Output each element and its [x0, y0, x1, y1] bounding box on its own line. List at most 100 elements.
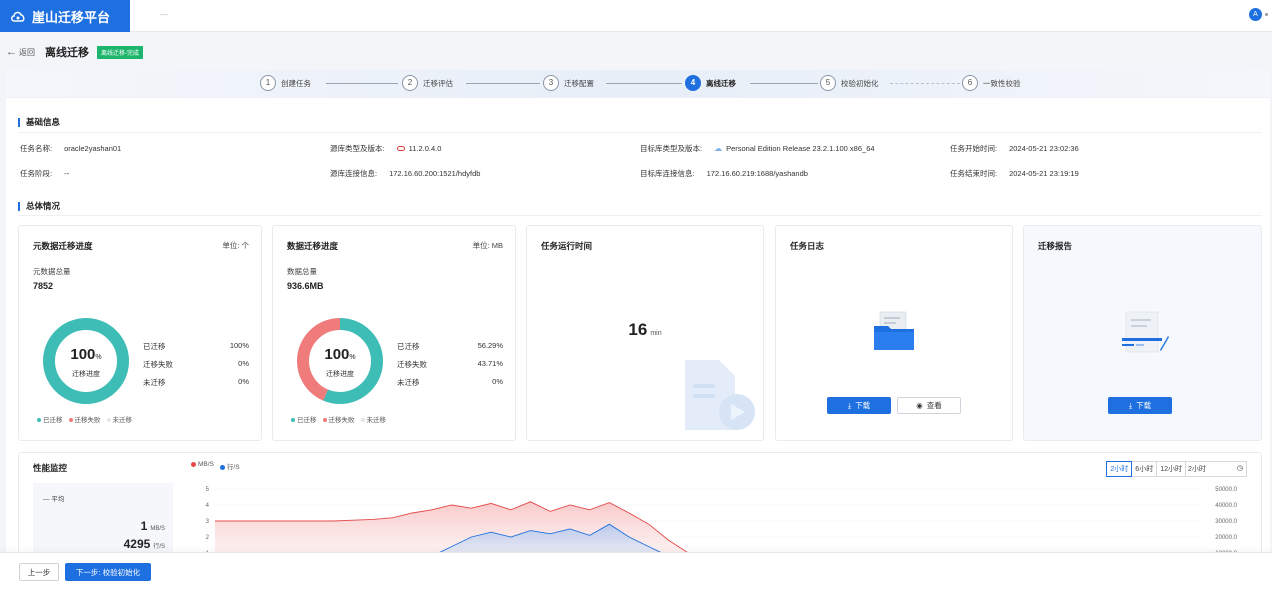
step-label: 一致性校验	[983, 78, 1021, 88]
avatar[interactable]: A	[1249, 8, 1262, 21]
stat-value: 100%	[229, 341, 249, 350]
y-left-tick-label: 5	[206, 487, 210, 493]
legend-item[interactable]: 迁移失败	[322, 414, 355, 424]
arrow-left-icon: ←	[6, 46, 17, 58]
legend-item[interactable]: 迁移失败	[68, 414, 101, 424]
y-left-tick-label: 3	[206, 519, 210, 525]
clock-icon: ◷	[1236, 464, 1243, 474]
range-12h[interactable]: 12小时	[1156, 461, 1186, 477]
average-text: 平均	[51, 496, 65, 503]
step-number: 1	[260, 75, 276, 91]
total-value: 936.6MB	[287, 281, 324, 291]
divider	[18, 132, 1262, 133]
stat-value: 43.71%	[477, 359, 503, 368]
step-2[interactable]: 2 迁移评估	[402, 75, 453, 91]
custom-range-picker[interactable]: 2小时 ◷	[1185, 461, 1247, 477]
step-progress: 1 创建任务 2 迁移评估 3 迁移配置 4 离线迁移 5 校验初始化 6 一致性校验	[6, 70, 1270, 98]
step-label: 创建任务	[281, 78, 311, 88]
legend-dot	[360, 418, 365, 423]
chart-legend: MB/S 行/S	[191, 461, 240, 471]
document-watermark-icon	[685, 360, 755, 430]
task-name-field: 任务名称: oracle2yashan01	[20, 143, 121, 154]
legend-label: 未迁移	[112, 417, 133, 424]
prev-step-button[interactable]: 上一步	[19, 563, 59, 581]
user-menu-icon[interactable]	[1265, 13, 1268, 16]
section-title-overview: 总体情况	[18, 200, 60, 212]
source-conn-value: 172.16.60.200:1521/hdyfdb	[389, 169, 481, 178]
step-3[interactable]: 3 迁移配置	[543, 75, 594, 91]
percent-unit: %	[349, 354, 356, 361]
target-conn-value: 172.16.60.219:1688/yashandb	[706, 169, 808, 178]
legend-dot	[37, 418, 41, 423]
avg-rows-value: 4295	[123, 537, 151, 551]
next-step-button[interactable]: 下一步: 校验初始化	[65, 563, 151, 581]
step-connector	[466, 83, 540, 84]
metadata-progress-card: 元数据迁移进度 单位: 个 元数据总量 7852 100% 迁移进度 已迁移 10…	[18, 225, 262, 441]
step-label: 离线迁移	[706, 78, 736, 88]
range-2h[interactable]: 2小时	[1106, 461, 1133, 477]
legend-dot	[219, 464, 225, 470]
step-connector	[606, 83, 682, 84]
range-6h[interactable]: 6小时	[1131, 461, 1158, 477]
log-download-button[interactable]: ⤓ 下载	[827, 397, 891, 414]
legend-item[interactable]: 已迁移	[37, 414, 63, 424]
target-conn-field: 目标库连接信息: 172.16.60.219:1688/yashandb	[640, 168, 808, 179]
stat-value: 56.29%	[477, 341, 503, 350]
card-title: 元数据迁移进度	[33, 241, 93, 251]
footer-bar: 上一步 下一步: 校验初始化	[0, 552, 1272, 599]
legend-dot	[322, 418, 327, 423]
task-stage-value: --	[64, 169, 70, 178]
step-5[interactable]: 5 校验初始化	[820, 75, 879, 91]
legend-item[interactable]: 已迁移	[291, 414, 317, 424]
download-label: 下载	[1136, 401, 1152, 410]
target-type-field: 目标库类型及版本: ☁ Personal Edition Release 23.2.…	[640, 143, 875, 154]
end-time-label: 任务结束时间:	[950, 169, 998, 178]
step-1[interactable]: 1 创建任务	[260, 75, 311, 91]
donut-center-label: 迁移进度	[72, 371, 100, 378]
page-header: ← 返回 离线迁移 离线迁移-完成	[0, 40, 1272, 64]
donut-percent: 100%	[41, 346, 131, 363]
step-connector	[890, 83, 960, 84]
avg-rows-unit: 行/S	[153, 544, 165, 550]
donut-center-label: 迁移进度	[326, 371, 354, 378]
legend-dot	[68, 418, 73, 423]
card-title: 性能监控	[33, 463, 68, 473]
step-4[interactable]: 4 离线迁移	[685, 75, 736, 91]
step-label: 迁移评估	[423, 78, 453, 88]
brand-logo[interactable]: 崖山迁移平台	[0, 0, 130, 32]
step-label: 迁移配置	[564, 78, 594, 88]
end-time-field: 任务结束时间: 2024-05-21 23:19:19	[950, 168, 1079, 179]
cloud-logo-icon	[11, 11, 25, 22]
app-title: 崖山迁移平台	[32, 9, 111, 25]
y-right-tick-label: 50000.0	[1215, 487, 1237, 493]
legend-label: 未迁移	[366, 417, 387, 424]
task-stage-field: 任务阶段: --	[20, 168, 69, 179]
step-number: 2	[402, 75, 418, 91]
back-button[interactable]: ← 返回	[6, 46, 35, 58]
y-left-tick-label: 2	[206, 535, 210, 541]
source-type-field: 源库类型及版本: 11.2.0.4.0	[330, 143, 441, 154]
donut-legend: 已迁移 迁移失败 未迁移	[291, 414, 386, 424]
avg-mb-rate: 1 MB/S	[141, 519, 165, 533]
card-unit: 单位: MB	[472, 241, 503, 250]
legend-label: MB/S	[198, 461, 214, 468]
task-log-card: 任务日志 ⤓ 下载 ◉ 查看	[775, 225, 1013, 441]
step-connector	[750, 83, 818, 84]
legend-item[interactable]: 未迁移	[106, 414, 133, 424]
legend-item[interactable]: MB/S	[191, 461, 214, 471]
legend-item[interactable]: 行/S	[219, 461, 240, 471]
view-label: 查看	[926, 401, 942, 410]
card-unit: 单位: 个	[222, 241, 249, 250]
card-title: 任务日志	[790, 241, 825, 251]
average-panel: — 平均 1 MB/S 4295 行/S	[33, 483, 173, 563]
legend-item[interactable]: 未迁移	[360, 414, 387, 424]
eye-icon: ◉	[916, 401, 923, 410]
back-label: 返回	[19, 47, 35, 57]
log-view-button[interactable]: ◉ 查看	[897, 397, 961, 414]
step-6[interactable]: 6 一致性校验	[962, 75, 1021, 91]
y-left-tick-label: 4	[206, 503, 210, 509]
report-download-button[interactable]: ⤓ 下载	[1108, 397, 1172, 414]
report-document-icon	[1122, 311, 1169, 353]
legend-dot	[106, 418, 111, 423]
stat-label: 未迁移	[397, 378, 420, 387]
